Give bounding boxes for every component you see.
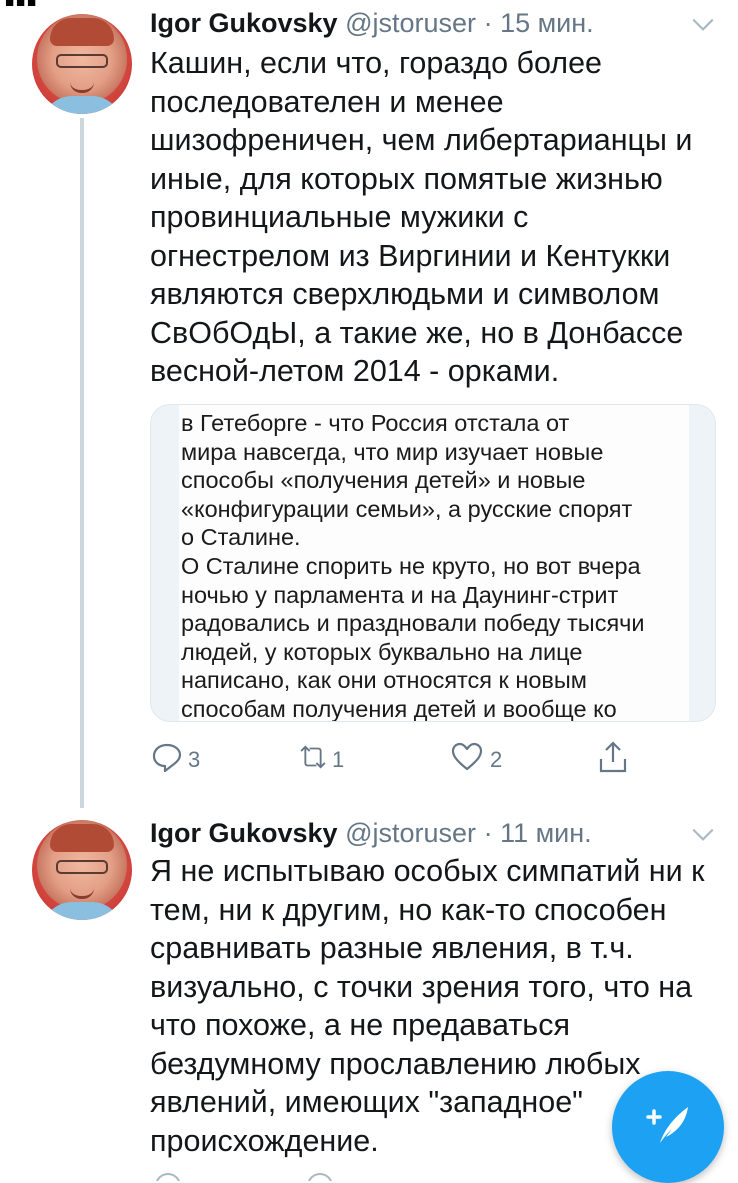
tweet[interactable]: Igor Gukovsky @jstoruser · 15 мин. Кашин… [0,0,738,800]
avatar-mouth [70,82,94,93]
author-name[interactable]: Igor Gukovsky [150,8,338,38]
retweet-icon [296,740,330,780]
compose-tweet-button[interactable] [612,1071,724,1183]
chevron-down-icon[interactable] [690,12,716,38]
author-handle[interactable]: @jstoruser [345,818,476,848]
separator-dot: · [483,8,493,38]
share-icon [596,740,630,780]
author-name[interactable]: Igor Gukovsky [150,818,338,848]
avatar-hair [50,18,114,46]
tweet-actions-partial [150,1172,610,1181]
tweet-time[interactable]: 11 мин. [500,818,592,848]
separator-dot: · [483,818,493,848]
share-button[interactable] [596,740,630,780]
like-count: 2 [490,747,503,772]
tweet-header: Igor Gukovsky @jstoruser · 11 мин. [150,818,592,849]
retweet-count: 1 [332,747,345,772]
avatar-glasses [56,54,108,68]
retweet-button[interactable]: 1 [296,740,344,780]
tweet-media-image[interactable]: в Гетеборге - что Россия отстала от мира… [150,404,716,722]
avatar[interactable] [32,14,132,114]
avatar[interactable] [32,820,132,920]
tweet-time[interactable]: 15 мин. [500,8,594,38]
reply-icon [150,740,184,780]
tweet-header: Igor Gukovsky @jstoruser · 15 мин. [150,8,594,39]
avatar-glasses [56,860,108,874]
author-handle[interactable]: @jstoruser [345,8,476,38]
compose-tweet-icon [638,1095,698,1160]
tweet-actions: 3 1 2 [150,740,710,780]
chevron-down-icon[interactable] [690,822,716,848]
avatar-hair [50,824,114,852]
avatar-shirt [42,96,122,114]
reply-count: 3 [188,747,201,772]
media-screenshot-text: в Гетеборге - что Россия отстала от мира… [181,410,645,722]
reply-button[interactable]: 3 [150,740,200,780]
avatar-mouth [70,888,94,899]
heart-icon [450,740,484,780]
like-button[interactable]: 2 [450,740,502,780]
tweet-text: Кашин, если что, гораздо более последова… [150,46,693,388]
avatar-shirt [42,902,122,920]
